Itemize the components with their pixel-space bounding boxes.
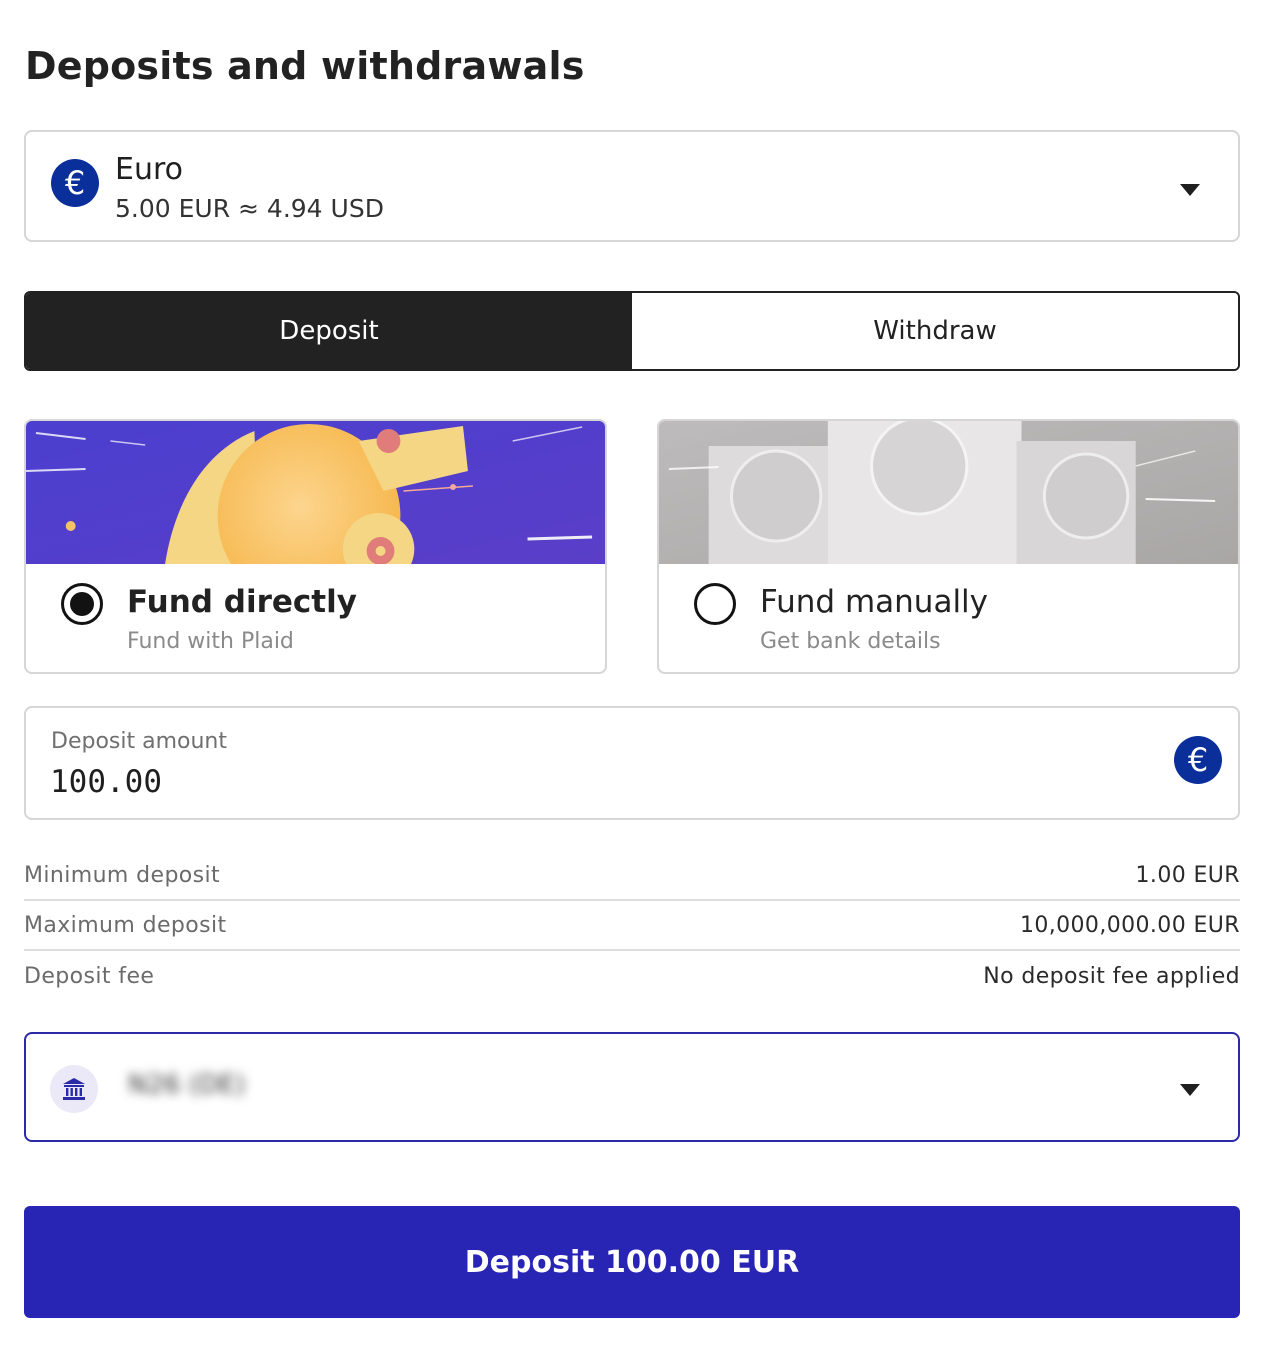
fund-manually-illustration bbox=[659, 421, 1238, 564]
deposit-withdraw-tabs: Deposit Withdraw bbox=[24, 291, 1240, 371]
bank-icon bbox=[50, 1065, 98, 1113]
minimum-deposit-value: 1.00 EUR bbox=[1135, 862, 1240, 888]
fund-manually-subtitle: Get bank details bbox=[760, 629, 941, 654]
currency-balance: 5.00 EUR ≈ 4.94 USD bbox=[115, 194, 384, 223]
fund-directly-card[interactable]: Fund directly Fund with Plaid bbox=[24, 419, 607, 674]
fund-manually-title: Fund manually bbox=[760, 584, 989, 620]
minimum-deposit-label: Minimum deposit bbox=[24, 862, 221, 888]
fund-directly-illustration bbox=[26, 421, 605, 564]
fund-manually-card[interactable]: Fund manually Get bank details bbox=[657, 419, 1240, 674]
minimum-deposit-row: Minimum deposit 1.00 EUR bbox=[24, 851, 1240, 901]
chevron-down-icon bbox=[1180, 1084, 1200, 1096]
bank-account-name: N26 (DE) bbox=[128, 1070, 246, 1100]
maximum-deposit-label: Maximum deposit bbox=[24, 912, 227, 938]
deposit-fee-row: Deposit fee No deposit fee applied bbox=[24, 951, 1240, 1001]
chevron-down-icon bbox=[1180, 184, 1200, 196]
euro-icon: € bbox=[51, 159, 99, 207]
page-title: Deposits and withdrawals bbox=[25, 44, 585, 88]
euro-icon: € bbox=[1174, 736, 1222, 784]
deposit-fee-value: No deposit fee applied bbox=[983, 963, 1240, 989]
fund-directly-title: Fund directly bbox=[127, 584, 357, 620]
bank-account-selector[interactable]: N26 (DE) bbox=[24, 1032, 1240, 1142]
maximum-deposit-value: 10,000,000.00 EUR bbox=[1019, 912, 1240, 938]
maximum-deposit-row: Maximum deposit 10,000,000.00 EUR bbox=[24, 901, 1240, 951]
tab-withdraw[interactable]: Withdraw bbox=[632, 293, 1238, 369]
fund-directly-radio[interactable] bbox=[61, 583, 103, 625]
fund-directly-subtitle: Fund with Plaid bbox=[127, 629, 294, 654]
deposit-fee-label: Deposit fee bbox=[24, 963, 155, 989]
currency-name: Euro bbox=[115, 152, 183, 187]
deposit-amount-label: Deposit amount bbox=[51, 729, 227, 754]
deposit-amount-input[interactable] bbox=[50, 762, 750, 802]
fund-manually-radio[interactable] bbox=[694, 583, 736, 625]
deposit-amount-field[interactable]: Deposit amount € bbox=[24, 706, 1240, 820]
deposit-submit-button[interactable]: Deposit 100.00 EUR bbox=[24, 1206, 1240, 1318]
tab-deposit[interactable]: Deposit bbox=[26, 293, 632, 369]
currency-selector[interactable]: € Euro 5.00 EUR ≈ 4.94 USD bbox=[24, 130, 1240, 242]
